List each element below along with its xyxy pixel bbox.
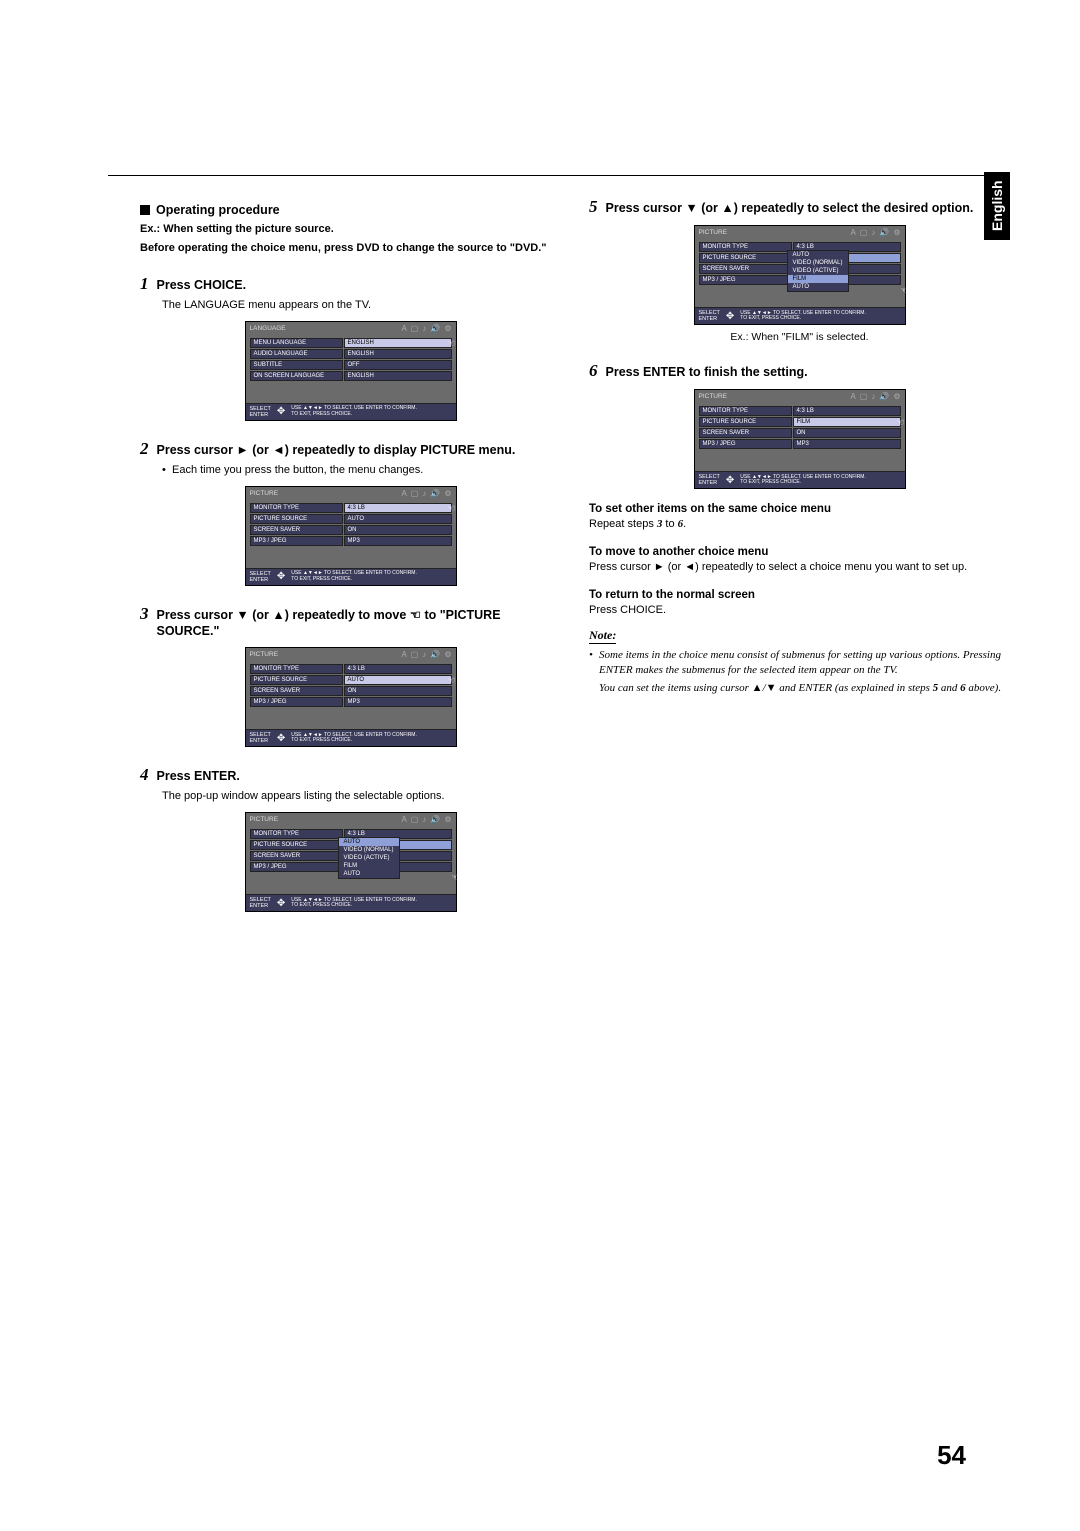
- dpad-icon: ✥: [277, 406, 285, 417]
- osd-picture-menu: PICTURE A▢♪🔊⚙ MONITOR TYPE4:3 LB☜ PICTUR…: [245, 486, 457, 586]
- osd-picture-menu-step3: PICTURE A▢♪🔊⚙ MONITOR TYPE4:3 LB PICTURE…: [245, 647, 457, 747]
- sub3-body: Press CHOICE.: [589, 603, 1010, 618]
- osd-picture-menu-step5: PICTURE A▢♪🔊⚙ MONITOR TYPE4:3 LB PICTURE…: [694, 225, 906, 325]
- screen-icon: ▢: [411, 324, 419, 333]
- left-column: Operating procedure Ex.: When setting th…: [140, 197, 561, 918]
- step-2-heading: 2 Press cursor ► (or ◄) repeatedly to di…: [140, 439, 561, 459]
- sub2-heading: To move to another choice menu: [589, 546, 1010, 558]
- note-2: You can set the items using cursor ▲/▼ a…: [599, 681, 1010, 696]
- audio-icon: ♪: [422, 324, 426, 333]
- lang-icon: A: [401, 324, 406, 333]
- hand-cursor-icon: ☜: [447, 338, 455, 349]
- right-column: 5 Press cursor ▼ (or ▲) repeatedly to se…: [589, 197, 1010, 918]
- page-number: 54: [937, 1440, 966, 1471]
- hand-cursor-icon: ☜: [410, 608, 421, 622]
- step-number: 2: [140, 439, 149, 459]
- step-1-heading: 1 Press CHOICE.: [140, 274, 561, 294]
- step-number: 4: [140, 765, 149, 785]
- osd-language-menu: LANGUAGE A▢♪🔊⚙ MENU LANGUAGEENGLISH☜ AUD…: [245, 321, 457, 421]
- preface-text: Before operating the choice menu, press …: [140, 241, 561, 256]
- step-number: 5: [589, 197, 598, 217]
- osd-picture-menu-step4: PICTURE A▢♪🔊⚙ MONITOR TYPE4:3 LB PICTURE…: [245, 812, 457, 912]
- step-number: 3: [140, 604, 149, 624]
- osd-picture-menu-step6: PICTURE A▢♪🔊⚙ MONITOR TYPE4:3 LB PICTURE…: [694, 389, 906, 489]
- speaker-icon: 🔊: [430, 324, 440, 333]
- square-bullet-icon: [140, 205, 150, 215]
- step-3-heading: 3 Press cursor ▼ (or ▲) repeatedly to mo…: [140, 604, 561, 640]
- step-5-caption: Ex.: When "FILM" is selected.: [589, 331, 1010, 343]
- other-icon: ⚙: [444, 324, 451, 333]
- step-2-bullet: •Each time you press the button, the men…: [162, 463, 561, 478]
- step-5-heading: 5 Press cursor ▼ (or ▲) repeatedly to se…: [589, 197, 1010, 217]
- step-4-body: The pop-up window appears listing the se…: [162, 789, 561, 804]
- step-1-body: The LANGUAGE menu appears on the TV.: [162, 298, 561, 313]
- example-line: Ex.: When setting the picture source.: [140, 223, 561, 235]
- step-4-heading: 4 Press ENTER.: [140, 765, 561, 785]
- note-label: Note:: [589, 628, 616, 644]
- sub1-body: Repeat steps 3 to 6.: [589, 517, 1010, 532]
- step-number: 6: [589, 361, 598, 381]
- step-number: 1: [140, 274, 149, 294]
- note-1: •Some items in the choice menu consist o…: [589, 648, 1010, 678]
- sub2-body: Press cursor ► (or ◄) repeatedly to sele…: [589, 560, 1010, 575]
- language-tab: English: [984, 172, 1010, 240]
- sub3-heading: To return to the normal screen: [589, 589, 1010, 601]
- step-6-heading: 6 Press ENTER to finish the setting.: [589, 361, 1010, 381]
- operating-procedure-heading: Operating procedure: [140, 203, 561, 217]
- sub1-heading: To set other items on the same choice me…: [589, 503, 1010, 515]
